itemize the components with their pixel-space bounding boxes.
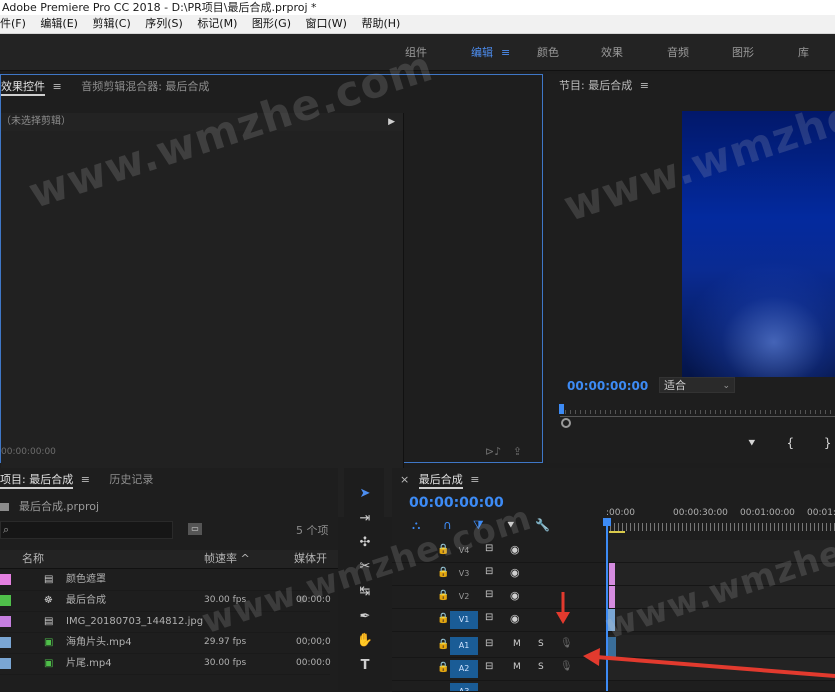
left-arrow-annotation <box>583 648 835 678</box>
down-arrow-annotation <box>556 592 570 624</box>
annotation-arrows <box>556 592 835 678</box>
